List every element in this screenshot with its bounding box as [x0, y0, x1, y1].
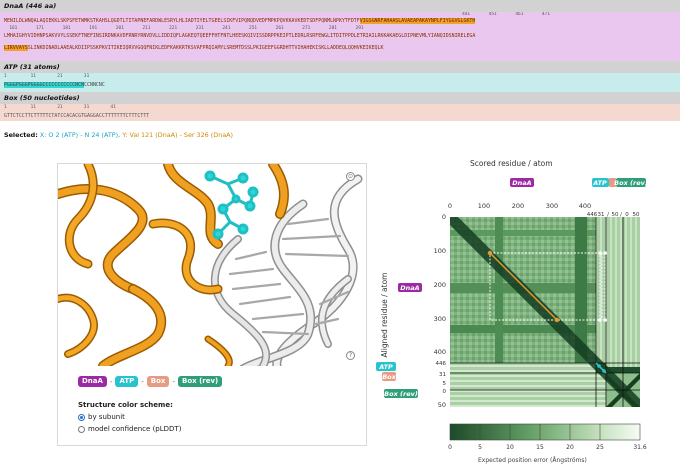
- selection-point: [603, 251, 607, 255]
- pae-heatmap[interactable]: [450, 217, 640, 407]
- camera-icon[interactable]: ⊙: [346, 172, 355, 181]
- atp-atom-line[interactable]: PGGGPGGGPGGGGCCCCCCCCCCCNCNCCNNCNC: [4, 82, 105, 88]
- left-tick: 300: [434, 315, 446, 323]
- box-nucleotide-line[interactable]: GTTCTCCTTCTTTTTCTATCCACACGTGAGGACCTTTTTT…: [4, 113, 149, 119]
- left-tick: 5: [443, 381, 447, 387]
- left-tick: 400: [434, 348, 446, 356]
- atp-section-title: ATP (31 atoms): [0, 61, 680, 73]
- dnaa-seq-highlight-2[interactable]: LIRVVAYS: [4, 45, 28, 51]
- left-tick: 50: [438, 401, 446, 409]
- colorbar-tick: 31.6: [633, 444, 647, 451]
- selected-x: X: O 2 (ATP) - N 24 (ATP),: [39, 131, 121, 139]
- scheme-option-plddt[interactable]: model confidence (pLDDT): [78, 425, 181, 433]
- top-tick: 0: [448, 202, 452, 210]
- pae-plot[interactable]: DnaA ATP Box (rev) 0 100 200 300 400 446…: [370, 165, 680, 469]
- selected-label: Selected:: [4, 131, 38, 139]
- atp-selection-point: [602, 369, 606, 373]
- top-chain-atp-label: ATP: [592, 179, 607, 187]
- left-chain-box-rev-label: Box (rev): [384, 390, 418, 398]
- atp-highlight[interactable]: PGGGPGGGPGGGGCCCCCCCCCCCNCN: [4, 82, 85, 88]
- dnaa-seq-line-3[interactable]: LIRVVAYSSLINKDINADLAAEALKDIIPSSKPKVITIKE…: [4, 45, 383, 51]
- left-tick: 200: [434, 281, 446, 289]
- chip-separator: -: [141, 377, 144, 386]
- box-ruler: 1 11 21 31 41: [4, 105, 116, 110]
- pae-ylabel: Aligned residue / atom: [380, 273, 389, 358]
- dnaa-sequence[interactable]: 441 451 461 471 MENILDLWNQALAQIEKKLSKPSF…: [0, 12, 680, 61]
- chip-dnaa[interactable]: DnaA: [78, 376, 107, 387]
- box-section-title: Box (50 nucleotides): [0, 92, 680, 104]
- dnaa-ruler-mid: 161 171 181 191 201 211 221 231 241 251 …: [4, 26, 364, 31]
- left-chain-atp-label: ATP: [378, 363, 393, 371]
- top-ticks: 0 100 200 300 400 446 31 / 50 / 0 50: [448, 202, 640, 218]
- colorbar-tick: 25: [596, 444, 604, 451]
- sequence-panel: DnaA (446 aa) 441 451 461 471 MENILDLWNQ…: [0, 0, 680, 130]
- dnaa-seq-text-3[interactable]: SLINKDINADLAAEALKDIIPSSKPKVITIKEIQRVVGQQ…: [28, 45, 384, 51]
- atp-sequence[interactable]: 1 11 21 31 PGGGPGGGPGGGGCCCCCCCCCCCNCNCC…: [0, 73, 680, 92]
- pae-colorbar: [449, 423, 641, 441]
- left-tick: 0: [443, 389, 447, 395]
- dnaa-section-title: DnaA (446 aa): [0, 0, 680, 12]
- box-sequence[interactable]: 1 11 21 31 41 GTTCTCCTTCTTTTTCTATCCACACG…: [0, 104, 680, 121]
- dnaa-seq-text[interactable]: MENILDLWNQALAQIEKKLSKPSFETWMKSTKAHSLQGDT…: [4, 18, 360, 24]
- left-chain-dnaa-label: DnaA: [400, 284, 419, 292]
- colorbar-tick: 10: [506, 444, 514, 451]
- colorbar-tick: 0: [448, 444, 452, 451]
- top-tick: 200: [512, 202, 524, 210]
- scheme-option-label[interactable]: model confidence (pLDDT): [88, 425, 181, 433]
- selection-point: [598, 318, 602, 322]
- top-chain-box-rev-label: Box (rev): [614, 179, 648, 187]
- chip-box[interactable]: Box: [146, 376, 170, 387]
- structure-3d-view[interactable]: ⊙ ?: [58, 164, 366, 366]
- top-tick: 300: [546, 202, 558, 210]
- dnaa-seq-highlight[interactable]: VIGSGNRFAHAASLAVAEAPAKAYNPLFIYGGVGLGKTH: [359, 18, 476, 24]
- selection-point: [554, 317, 560, 323]
- subunit-chips: DnaA - ATP - Box - Box (rev): [78, 376, 223, 387]
- chip-separator: -: [109, 377, 113, 386]
- colorbar-ticks: 0 5 10 15 20 25 31.6: [448, 444, 647, 451]
- left-ticks: 0 100 200 300 400 446 31 5 0 50: [434, 213, 447, 409]
- colorbar-tick: 5: [478, 444, 482, 451]
- radio-unselected-icon[interactable]: [78, 425, 85, 433]
- top-chain-dnaa-label: DnaA: [512, 179, 531, 187]
- dnaa-seq-line-1[interactable]: MENILDLWNQALAQIEKKLSKPSFETWMKSTKAHSLQGDT…: [4, 18, 476, 24]
- atp-ruler: 1 11 21 31: [4, 74, 90, 79]
- left-tick: 446: [436, 361, 447, 367]
- colorbar-tick: 15: [536, 444, 544, 451]
- selected-y: Y: Val 121 (DnaA) - Ser 326 (DnaA): [122, 131, 234, 139]
- dnaa-seq-line-2[interactable]: LMHAIGHYVIDHNPSAKVVYLSSEKFTNEFINSIRDNKAV…: [4, 33, 475, 39]
- atp-selection-point: [597, 364, 601, 368]
- scheme-option-label[interactable]: by subunit: [88, 413, 125, 421]
- scheme-option-subunit[interactable]: by subunit: [78, 413, 125, 421]
- radio-selected-icon[interactable]: [78, 413, 85, 421]
- dnaa-ruler-top: 441 451 461 471: [4, 12, 550, 17]
- colorbar-label: Expected position error (Ångströms): [478, 457, 587, 464]
- left-tick: 0: [442, 213, 446, 221]
- chip-atp[interactable]: ATP: [115, 376, 139, 387]
- selection-point: [487, 250, 493, 256]
- colorbar-tick: 20: [566, 444, 574, 451]
- atp-atom-text[interactable]: CCNNCNC: [84, 82, 105, 88]
- chip-box-rev[interactable]: Box (rev): [177, 376, 223, 387]
- top-tick: 400: [579, 202, 591, 210]
- help-icon[interactable]: ?: [346, 351, 355, 360]
- selection-point: [598, 251, 602, 255]
- structure-render[interactable]: [58, 164, 366, 366]
- left-chain-box-label: Box: [382, 373, 396, 381]
- left-tick: 100: [434, 247, 446, 255]
- top-tick: 100: [478, 202, 490, 210]
- left-tick: 31: [439, 372, 446, 378]
- selection-readout: Selected: X: O 2 (ATP) - N 24 (ATP), Y: …: [4, 130, 233, 140]
- selection-point: [603, 318, 607, 322]
- color-scheme-title: Structure color scheme:: [78, 401, 173, 409]
- structure-viewer-card: ⊙ ? DnaA - ATP - Box - Box (rev) Structu…: [57, 163, 367, 446]
- chip-separator: -: [172, 377, 175, 386]
